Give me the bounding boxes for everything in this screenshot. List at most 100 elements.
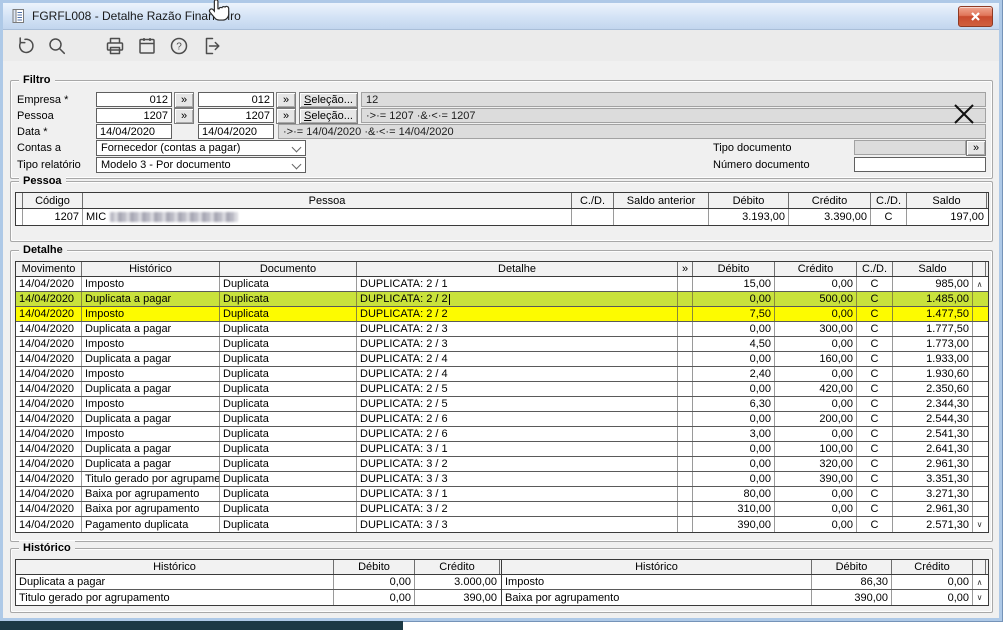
cell-documento[interactable]: Duplicata (220, 322, 357, 336)
cell-historico[interactable]: Titulo gerado por agrupamento (82, 472, 220, 486)
cell-cd[interactable]: C (857, 427, 893, 441)
cell-scroll[interactable]: ∧ (973, 277, 986, 291)
cell-saldo[interactable]: 2.544,30 (893, 412, 973, 426)
cell-expand[interactable] (678, 457, 693, 471)
cell-detalhe[interactable]: DUPLICATA: 2 / 3 (357, 322, 678, 336)
cell-cd[interactable]: C (857, 442, 893, 456)
cell-debito[interactable]: 0,00 (693, 457, 775, 471)
cell-saldo[interactable]: 1.777,50 (893, 322, 973, 336)
cell-debito[interactable]: 3,00 (693, 427, 775, 441)
cell-credito[interactable]: 0,00 (775, 307, 857, 321)
cell-historico[interactable]: Duplicata a pagar (82, 352, 220, 366)
cell-debito[interactable]: 7,50 (693, 307, 775, 321)
cell-historico[interactable]: Baixa por agrupamento (82, 487, 220, 501)
cell-movimento[interactable]: 14/04/2020 (16, 382, 82, 396)
cell-saldo[interactable]: 2.541,30 (893, 427, 973, 441)
cell-debito[interactable]: 0,00 (693, 382, 775, 396)
cell-historico[interactable]: Imposto (82, 307, 220, 321)
print-icon[interactable] (103, 34, 127, 58)
cell-movimento[interactable]: 14/04/2020 (16, 487, 82, 501)
cell-cd[interactable]: C (857, 337, 893, 351)
cell-credito[interactable]: 0,00 (775, 487, 857, 501)
detalhe-row[interactable]: 14/04/2020 Duplicata a pagar Duplicata DUPL… (16, 382, 988, 397)
cell-detalhe[interactable]: DUPLICATA: 2 / 1 (357, 277, 678, 291)
cell-documento[interactable]: Duplicata (220, 292, 357, 306)
cell-credito[interactable]: 390,00 (775, 472, 857, 486)
cell-expand[interactable] (678, 367, 693, 381)
cell-cd[interactable]: C (857, 472, 893, 486)
detalhe-row[interactable]: 14/04/2020 Imposto Duplicata DUPLICATA: 2 /… (16, 427, 988, 442)
cell-debito[interactable]: 0,00 (334, 590, 415, 605)
cell-credito[interactable]: 0,00 (892, 575, 973, 589)
cell-historico[interactable]: Duplicata a pagar (82, 382, 220, 396)
cell-detalhe[interactable]: DUPLICATA: 3 / 1 (357, 442, 678, 456)
tipo-documento-field[interactable] (854, 140, 966, 155)
cell-saldo[interactable]: 2.961,30 (893, 457, 973, 471)
cell-debito[interactable]: 0,00 (693, 442, 775, 456)
cell-documento[interactable]: Duplicata (220, 397, 357, 411)
cell-movimento[interactable]: 14/04/2020 (16, 367, 82, 381)
cell-cd[interactable]: C (857, 307, 893, 321)
pessoa-from-input[interactable] (96, 108, 172, 123)
cell-debito[interactable]: 15,00 (693, 277, 775, 291)
help-icon[interactable]: ? (167, 34, 191, 58)
cell-saldo[interactable]: 3.351,30 (893, 472, 973, 486)
cell-documento[interactable]: Duplicata (220, 307, 357, 321)
cell-historico[interactable]: Titulo gerado por agrupamento (16, 590, 334, 605)
cell-expand[interactable] (678, 277, 693, 291)
cell-saldo[interactable]: 197,00 (907, 209, 987, 225)
detalhe-row[interactable]: 14/04/2020Titulo gerado por agrupamentoD… (16, 472, 988, 487)
cell-documento[interactable]: Duplicata (220, 337, 357, 351)
cell-debito[interactable]: 0,00 (693, 322, 775, 336)
cell-credito[interactable]: 320,00 (775, 457, 857, 471)
cell-scroll[interactable]: ∨ (973, 517, 986, 532)
cell-movimento[interactable]: 14/04/2020 (16, 307, 82, 321)
cell-expand[interactable] (678, 517, 693, 532)
detalhe-row[interactable]: 14/04/2020 Duplicata a pagar Duplicata DUPL… (16, 322, 988, 337)
cell-scroll[interactable] (973, 412, 986, 426)
cell-documento[interactable]: Duplicata (220, 442, 357, 456)
cell-historico[interactable]: Duplicata a pagar (82, 412, 220, 426)
cell-debito[interactable]: 4,50 (693, 337, 775, 351)
cell-historico[interactable]: Imposto (82, 367, 220, 381)
cell-scroll[interactable] (973, 427, 986, 441)
cell-scroll[interactable] (973, 397, 986, 411)
cell-detalhe[interactable]: DUPLICATA: 2 / 6 (357, 427, 678, 441)
cell-saldo[interactable]: 2.571,30 (893, 517, 973, 532)
cell-historico[interactable]: Imposto (82, 277, 220, 291)
cell-credito[interactable]: 200,00 (775, 412, 857, 426)
cell-documento[interactable]: Duplicata (220, 502, 357, 516)
cell-cd1[interactable] (572, 209, 614, 225)
empresa-to-input[interactable] (198, 92, 274, 107)
cell-debito[interactable]: 80,00 (693, 487, 775, 501)
cell-debito[interactable]: 310,00 (693, 502, 775, 516)
titlebar[interactable]: FGRFL008 - Detalhe Razão Financeiro (3, 3, 999, 30)
detalhe-row[interactable]: 14/04/2020 Duplicata a pagar Duplicata DUPL… (16, 292, 988, 307)
cell-cd[interactable]: C (857, 367, 893, 381)
cell-scroll[interactable] (973, 457, 986, 471)
cell-codigo[interactable]: 1207 (23, 209, 83, 225)
cell-scroll[interactable]: ∧ (973, 575, 986, 589)
cell-cd[interactable]: C (857, 517, 893, 532)
pessoa-selecao-button[interactable]: Seleção... (299, 108, 358, 124)
search-icon[interactable] (45, 34, 69, 58)
detalhe-row[interactable]: 14/04/2020 Baixa por agrupamento Duplicata… (16, 502, 988, 517)
detalhe-row[interactable]: 14/04/2020 Duplicata a pagar Duplicata DUPL… (16, 442, 988, 457)
cell-scroll[interactable] (973, 352, 986, 366)
cell-documento[interactable]: Duplicata (220, 277, 357, 291)
data-to-input[interactable] (198, 124, 274, 139)
empresa-from-input[interactable] (96, 92, 172, 107)
cell-expand[interactable] (678, 337, 693, 351)
historico-right-row[interactable]: Imposto 86,30 0,00 ∧ (502, 575, 988, 590)
cell-documento[interactable]: Duplicata (220, 382, 357, 396)
detalhe-row[interactable]: 14/04/2020 Imposto Duplicata DUPLICATA: 2 /… (16, 337, 988, 352)
cell-expand[interactable] (678, 322, 693, 336)
header-expand[interactable]: » (678, 262, 693, 276)
cell-scroll[interactable] (973, 322, 986, 336)
cell-credito[interactable]: 160,00 (775, 352, 857, 366)
cell-credito[interactable]: 300,00 (775, 322, 857, 336)
pessoa-to-input[interactable] (198, 108, 274, 123)
cell-credito[interactable]: 0,00 (775, 397, 857, 411)
cell-saldo[interactable]: 2.961,30 (893, 502, 973, 516)
detalhe-row[interactable]: 14/04/2020 Imposto Duplicata DUPLICATA: 2 /… (16, 397, 988, 412)
